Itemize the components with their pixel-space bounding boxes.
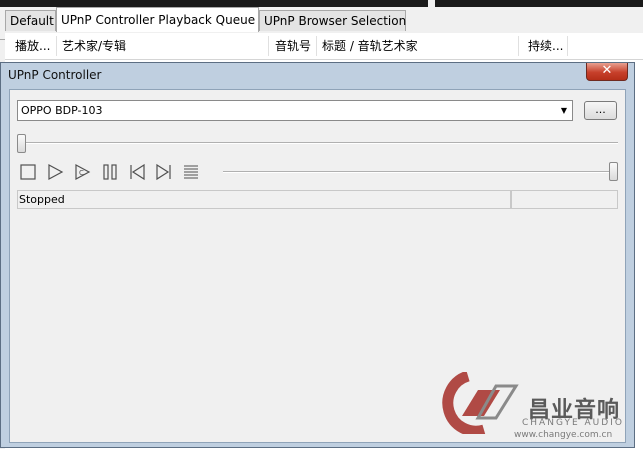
play-button[interactable]: [45, 162, 65, 182]
svg-text:C: C: [79, 169, 84, 177]
column-header-artist-album[interactable]: 艺术家/专辑: [56, 33, 266, 59]
status-time: [511, 190, 618, 209]
stop-icon: [20, 164, 36, 180]
pause-button[interactable]: [100, 162, 120, 182]
volume-slider-track[interactable]: [223, 171, 615, 173]
tab-label: Default: [10, 14, 54, 28]
column-header-track-number[interactable]: 音轨号: [269, 33, 319, 59]
tab-label: UPnP Controller Playback Queue: [61, 13, 256, 27]
pause-icon: [103, 164, 117, 180]
window-title: UPnP Controller: [8, 68, 102, 82]
tab-label: UPnP Browser Selection: [264, 14, 407, 28]
previous-button[interactable]: [127, 162, 147, 182]
play-icon: [48, 163, 64, 181]
renderer-selected-value: OPPO BDP-103: [21, 104, 103, 117]
tab-upnp-playback-queue[interactable]: UPnP Controller Playback Queue: [56, 7, 259, 32]
brand-watermark: 昌业音响 CHANGYE AUDIO www.changye.com.cn: [438, 372, 638, 442]
seek-bar-thumb[interactable]: [17, 134, 26, 153]
column-header-duration[interactable]: 持续...: [522, 33, 572, 59]
tab-strip: Default UPnP Controller Playback Queue U…: [0, 7, 643, 40]
volume-slider-thumb[interactable]: [609, 162, 618, 181]
dropdown-arrow-icon[interactable]: ▼: [558, 101, 570, 120]
column-header-title-track-artist[interactable]: 标题 / 音轨艺术家: [316, 33, 516, 59]
play-from-cursor-button[interactable]: C: [72, 162, 92, 182]
top-strip: [0, 0, 643, 7]
seek-bar-track[interactable]: [17, 142, 618, 144]
tab-upnp-browser-selection[interactable]: UPnP Browser Selection: [259, 10, 406, 31]
playlist-column-header: 播放... 艺术家/专辑 音轨号 标题 / 音轨艺术家 持续...: [5, 33, 643, 60]
play-from-cursor-icon: C: [75, 163, 91, 181]
next-icon: [156, 163, 171, 181]
next-button[interactable]: [154, 162, 174, 182]
brand-subtitle: CHANGYE AUDIO: [522, 418, 624, 428]
playlist-icon: [184, 165, 198, 179]
close-button[interactable]: ✕: [586, 63, 628, 81]
stop-button[interactable]: [18, 162, 38, 182]
column-header-playing[interactable]: 播放...: [9, 33, 57, 59]
renderer-select[interactable]: OPPO BDP-103 ▼: [17, 100, 573, 121]
playlist-button[interactable]: [181, 162, 201, 182]
previous-icon: [130, 163, 145, 181]
brand-url: www.changye.com.cn: [514, 430, 613, 440]
status-text: Stopped: [17, 190, 511, 209]
browse-renderer-button[interactable]: ...: [584, 101, 617, 120]
tab-default[interactable]: Default: [5, 10, 56, 31]
close-icon: ✕: [601, 63, 613, 78]
brand-logo-icon: [442, 372, 519, 434]
